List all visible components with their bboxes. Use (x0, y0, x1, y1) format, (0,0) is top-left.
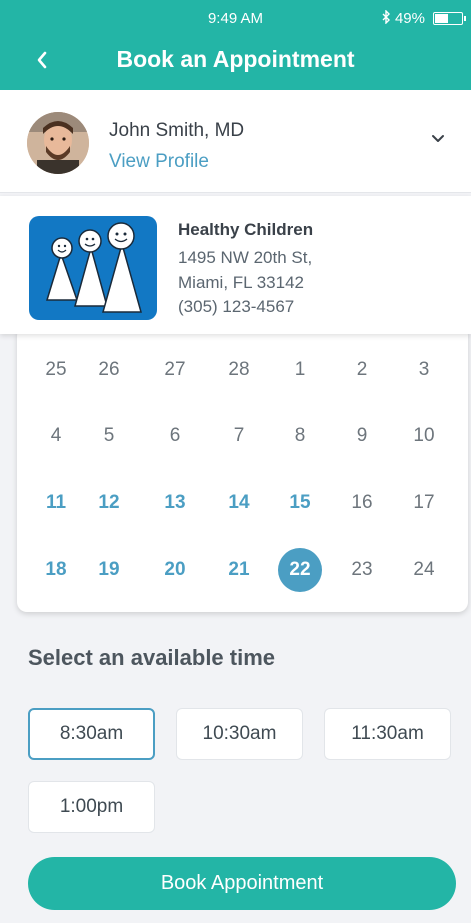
app-header: 9:49 AM 49% Book an Appointment (0, 0, 471, 90)
calendar-day-selected[interactable]: 22 (278, 548, 322, 592)
doctor-name: John Smith, MD (109, 120, 245, 141)
calendar: 25 26 27 28 1 2 3 4 5 6 7 8 9 10 11 12 13 14 15 16 17 18 19 20 2… (17, 326, 468, 612)
calendar-day[interactable]: 12 (87, 481, 131, 525)
clinic-phone[interactable]: (305) 123-4567 (178, 297, 294, 317)
healthy-children-logo (29, 216, 157, 320)
calendar-week-row: 11 12 13 14 15 16 17 (17, 481, 468, 525)
calendar-day[interactable]: 13 (153, 481, 197, 525)
chevron-down-icon[interactable] (429, 132, 447, 146)
calendar-day[interactable]: 19 (87, 548, 131, 592)
calendar-day: 17 (413, 492, 435, 513)
calendar-week-row: 18 19 20 21 22 23 24 (17, 548, 468, 592)
clinic-card: Healthy Children 1495 NW 20th St, Miami,… (0, 196, 471, 334)
calendar-day: 23 (351, 559, 373, 580)
time-slot-button[interactable]: 8:30am (28, 708, 155, 760)
calendar-week-row: 25 26 27 28 1 2 3 (17, 348, 468, 392)
book-appointment-button[interactable]: Book Appointment (28, 857, 456, 910)
clinic-address-line1: 1495 NW 20th St, (178, 248, 313, 267)
nav-bar: Book an Appointment (0, 36, 471, 84)
time-section-title: Select an available time (28, 645, 276, 670)
doctor-selector[interactable]: John Smith, MD View Profile (0, 90, 471, 193)
calendar-week-row: 4 5 6 7 8 9 10 (17, 414, 468, 458)
calendar-day: 1 (294, 359, 306, 380)
calendar-day: 9 (356, 425, 368, 446)
calendar-day: 6 (169, 425, 181, 446)
view-profile-link[interactable]: View Profile (109, 151, 209, 173)
calendar-day: 8 (294, 425, 306, 446)
doctor-avatar (27, 112, 89, 174)
page-title: Book an Appointment (116, 46, 355, 72)
calendar-day[interactable]: 15 (278, 481, 322, 525)
calendar-day: 7 (233, 425, 245, 446)
calendar-day: 2 (356, 359, 368, 380)
calendar-day: 27 (164, 359, 186, 380)
calendar-day: 10 (413, 425, 435, 446)
calendar-day[interactable]: 11 (34, 481, 78, 525)
calendar-day[interactable]: 21 (217, 548, 261, 592)
calendar-day: 24 (413, 559, 435, 580)
calendar-day: 25 (45, 359, 67, 380)
calendar-day[interactable]: 20 (153, 548, 197, 592)
battery-icon (433, 12, 466, 25)
status-bar: 9:49 AM 49% (0, 8, 471, 32)
calendar-day: 5 (103, 425, 115, 446)
calendar-day: 3 (418, 359, 430, 380)
calendar-day: 16 (351, 492, 373, 513)
time-slot-button[interactable]: 11:30am (324, 708, 451, 760)
time-slot-button[interactable]: 10:30am (176, 708, 303, 760)
clinic-address-line2: Miami, FL 33142 (178, 273, 304, 292)
calendar-day[interactable]: 14 (217, 481, 261, 525)
calendar-day: 26 (98, 359, 120, 380)
time-slot-button[interactable]: 1:00pm (28, 781, 155, 833)
calendar-day: 4 (50, 425, 62, 446)
calendar-day: 28 (228, 359, 250, 380)
clinic-name: Healthy Children (178, 220, 314, 239)
bluetooth-icon (381, 9, 391, 27)
calendar-day[interactable]: 18 (34, 548, 78, 592)
status-indicators: 49% (381, 9, 466, 27)
battery-percent: 49% (394, 10, 425, 27)
